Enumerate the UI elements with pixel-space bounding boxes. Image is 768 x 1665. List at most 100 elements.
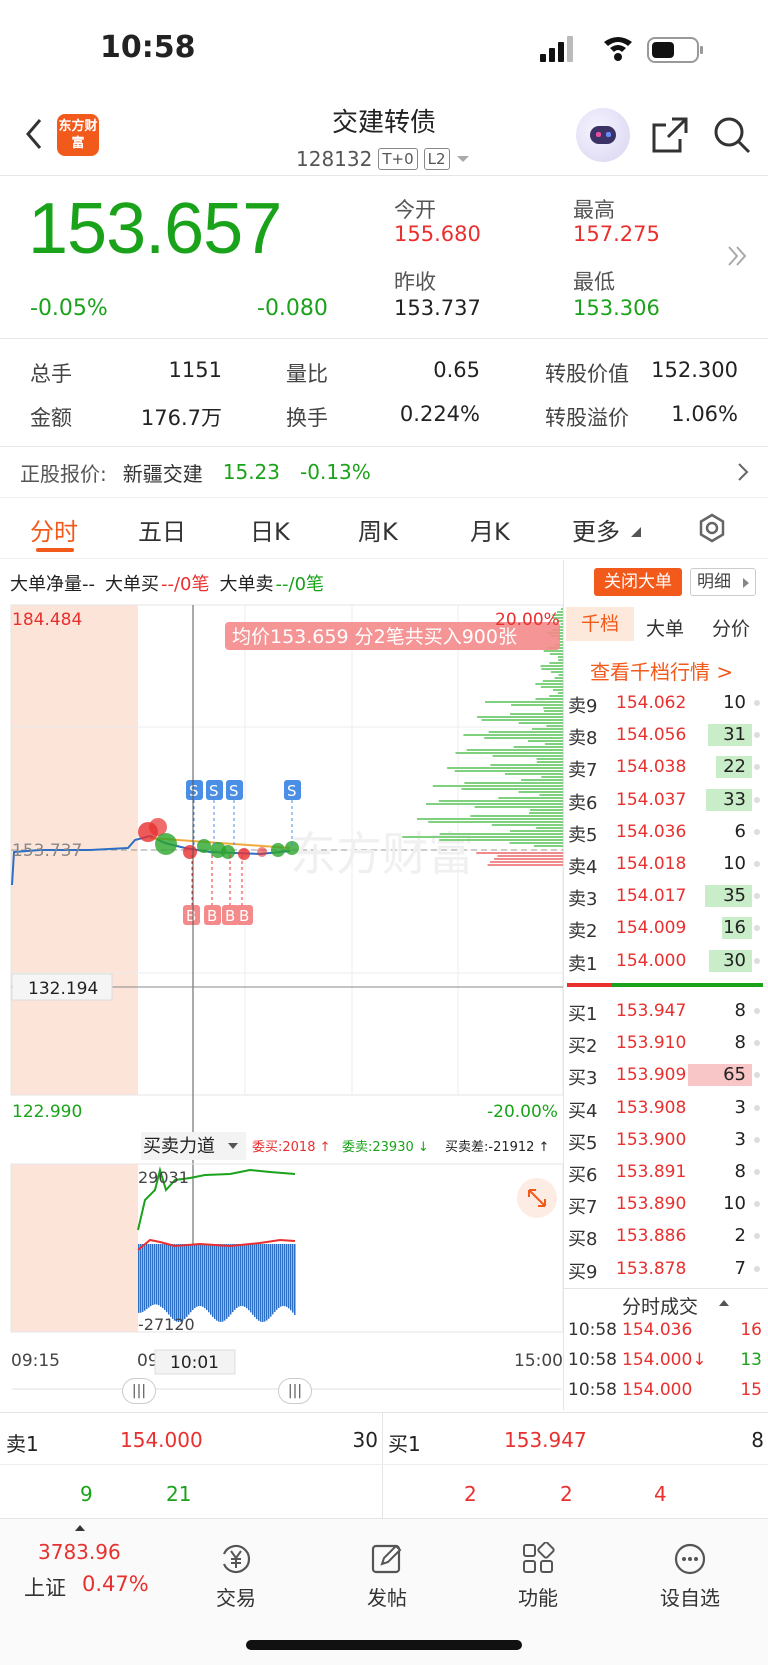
double-chevron-right-icon[interactable] bbox=[726, 244, 748, 268]
power-bar bbox=[254, 1244, 256, 1317]
tab-monthly-k[interactable]: 月K bbox=[470, 512, 510, 547]
range-handle-left[interactable]: ||| bbox=[122, 1378, 156, 1404]
bid-row[interactable]: 买2 153.910 8 bbox=[566, 1028, 764, 1058]
ask-row[interactable]: 卖1 154.000 30 bbox=[566, 946, 764, 976]
ask-dot bbox=[754, 861, 760, 867]
power-bar bbox=[186, 1244, 188, 1317]
ask-depth-bar bbox=[545, 743, 563, 745]
caret-down-icon[interactable] bbox=[456, 154, 470, 164]
power-bar bbox=[210, 1244, 212, 1315]
watermark-logo: 东方财富 bbox=[290, 827, 474, 881]
assistant-robot-icon[interactable] bbox=[576, 108, 630, 162]
ask-row[interactable]: 卖3 154.017 35 bbox=[566, 881, 764, 911]
bid-row[interactable]: 买6 153.891 8 bbox=[566, 1157, 764, 1187]
bid-row[interactable]: 买1 153.947 8 bbox=[566, 996, 764, 1026]
range-handle-right[interactable]: ||| bbox=[278, 1378, 312, 1404]
summary-queue-right-c: 4 bbox=[654, 1482, 667, 1506]
quote-divider bbox=[0, 338, 768, 339]
book-tab-big[interactable]: 大单 bbox=[646, 614, 684, 641]
tab-intraday[interactable]: 分时 bbox=[30, 512, 78, 547]
ask-row[interactable]: 卖5 154.036 6 bbox=[566, 817, 764, 847]
bid-price: 153.900 bbox=[616, 1130, 686, 1150]
power-bar bbox=[228, 1244, 230, 1317]
power-bar bbox=[150, 1244, 152, 1306]
ask-row[interactable]: 卖9 154.062 10 bbox=[566, 688, 764, 718]
change-percent: -0.05% bbox=[30, 296, 108, 321]
ask-price: 154.017 bbox=[616, 886, 686, 906]
bid-row[interactable]: 买3 153.909 65 bbox=[566, 1060, 764, 1090]
nav-trade[interactable]: 交易 bbox=[186, 1542, 286, 1611]
y-min-label: 122.990 bbox=[12, 1102, 82, 1122]
ask-depth-bar bbox=[492, 824, 563, 826]
close-big-order-button[interactable]: 关闭大单 bbox=[594, 568, 682, 596]
index-value[interactable]: 3783.96 bbox=[38, 1540, 121, 1564]
ask-row[interactable]: 卖2 154.009 16 bbox=[566, 913, 764, 943]
trades-title[interactable]: 分时成交 bbox=[622, 1292, 698, 1319]
view-thousand-link[interactable]: 查看千档行情 > bbox=[590, 656, 733, 685]
power-bar bbox=[284, 1244, 286, 1306]
nav-watchlist[interactable]: 设自选 bbox=[640, 1542, 740, 1611]
search-icon[interactable] bbox=[712, 115, 752, 155]
prev-close-value: 153.737 bbox=[394, 296, 481, 320]
tab-weekly-k[interactable]: 周K bbox=[358, 512, 398, 547]
summary-queue-right-a: 2 bbox=[464, 1482, 477, 1506]
bid-row[interactable]: 买5 153.900 3 bbox=[566, 1125, 764, 1155]
chevron-right-icon[interactable] bbox=[736, 461, 750, 483]
open-label: 今开 bbox=[394, 194, 436, 224]
share-icon[interactable] bbox=[650, 115, 690, 155]
security-code-row[interactable]: 128132 T+0 L2 bbox=[296, 146, 470, 172]
summary-queue-left-a: 9 bbox=[80, 1482, 93, 1506]
ask-depth-bar bbox=[428, 821, 563, 823]
power-bar bbox=[260, 1244, 262, 1322]
underlying-stock-row[interactable]: 正股报价: 新疆交建 15.23 -0.13% bbox=[0, 447, 768, 497]
battery-icon bbox=[648, 38, 703, 62]
trade-price: 154.000↓ bbox=[622, 1350, 707, 1370]
bid-level-label: 买1 bbox=[568, 1000, 597, 1026]
bid-volume: 10 bbox=[706, 1193, 746, 1214]
nav-post[interactable]: 发帖 bbox=[337, 1542, 437, 1611]
ask-row[interactable]: 卖8 154.056 31 bbox=[566, 720, 764, 750]
ask-row[interactable]: 卖6 154.037 33 bbox=[566, 785, 764, 815]
power-bar bbox=[226, 1244, 228, 1319]
detail-button[interactable]: 明细 bbox=[690, 568, 756, 596]
tab-daily-k[interactable]: 日K bbox=[250, 512, 290, 547]
ask-depth-bar bbox=[439, 839, 563, 841]
tab-more[interactable]: 更多 bbox=[572, 512, 620, 547]
bid-dot bbox=[754, 1105, 760, 1111]
tab-five-day[interactable]: 五日 bbox=[138, 512, 186, 547]
power-bar bbox=[194, 1244, 196, 1308]
ask-row[interactable]: 卖7 154.038 22 bbox=[566, 752, 764, 782]
ask-depth-bar bbox=[528, 740, 563, 742]
bid-depth-bar bbox=[497, 855, 563, 857]
ask-depth-bar bbox=[510, 713, 563, 715]
ask-depth-bar bbox=[521, 779, 563, 781]
power-selector[interactable]: 买卖力道 bbox=[143, 1136, 215, 1157]
index-name[interactable]: 上证 bbox=[24, 1572, 66, 1602]
ask-row[interactable]: 卖4 154.018 10 bbox=[566, 849, 764, 879]
underlying-name: 新疆交建 bbox=[123, 458, 203, 487]
bid-row[interactable]: 买7 153.890 10 bbox=[566, 1189, 764, 1219]
book-tab-thousand[interactable]: 千档 bbox=[566, 607, 634, 641]
bid-row[interactable]: 买4 153.908 3 bbox=[566, 1093, 764, 1123]
power-bar bbox=[208, 1244, 210, 1312]
power-bar bbox=[204, 1244, 206, 1308]
bid-row[interactable]: 买9 153.878 7 bbox=[566, 1254, 764, 1284]
ask-depth-bar bbox=[551, 671, 563, 673]
ask-price: 154.038 bbox=[616, 757, 686, 777]
power-bar bbox=[240, 1244, 242, 1306]
index-pct[interactable]: 0.47% bbox=[82, 1572, 149, 1596]
ask-dot bbox=[754, 732, 760, 738]
book-tab-price[interactable]: 分价 bbox=[712, 614, 750, 641]
nav-function[interactable]: 功能 bbox=[488, 1542, 588, 1611]
book-split-bar bbox=[567, 983, 763, 987]
settings-gear-icon[interactable] bbox=[696, 512, 728, 544]
intraday-chart[interactable]: 东方财富 S S S S B B B B 132.194 均价153.659 分… bbox=[0, 560, 565, 1390]
ask-level-label: 卖6 bbox=[568, 789, 597, 815]
bid-row[interactable]: 买8 153.886 2 bbox=[566, 1221, 764, 1251]
power-bar bbox=[180, 1244, 182, 1322]
ask-depth-bar bbox=[475, 806, 563, 808]
ask-level-label: 卖5 bbox=[568, 821, 597, 847]
conversion-premium-value: 1.06% bbox=[640, 402, 738, 426]
power-bar bbox=[294, 1244, 296, 1315]
power-bars bbox=[138, 1244, 296, 1322]
